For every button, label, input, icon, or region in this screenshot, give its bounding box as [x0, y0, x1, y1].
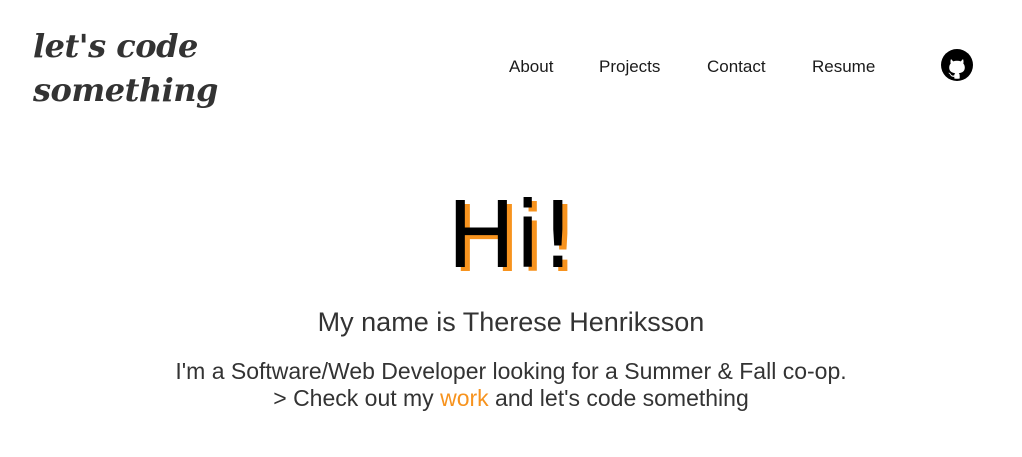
hero-greeting: Hi!	[446, 182, 577, 289]
hero-cta-suffix: and let's code something	[488, 385, 749, 411]
hero-description-line: I'm a Software/Web Developer looking for…	[175, 358, 847, 384]
github-icon-graphic	[941, 49, 973, 81]
hero-cta-prefix: > Check out my	[273, 385, 441, 411]
hero-name-line: My name is Therese Henriksson	[317, 307, 705, 337]
hero-cta-line: > Check out my work and let's code somet…	[0, 385, 1022, 412]
nav-link-contact[interactable]: Contact	[707, 55, 766, 79]
nav-link-about[interactable]: About	[509, 55, 553, 79]
nav-link-resume[interactable]: Resume	[812, 55, 875, 79]
github-icon[interactable]	[941, 49, 973, 81]
main-nav: About Projects Contact Resume	[0, 55, 1022, 79]
work-link[interactable]: work	[440, 385, 489, 411]
nav-link-projects[interactable]: Projects	[599, 55, 660, 79]
hero-description: I'm a Software/Web Developer looking for…	[0, 358, 1022, 412]
